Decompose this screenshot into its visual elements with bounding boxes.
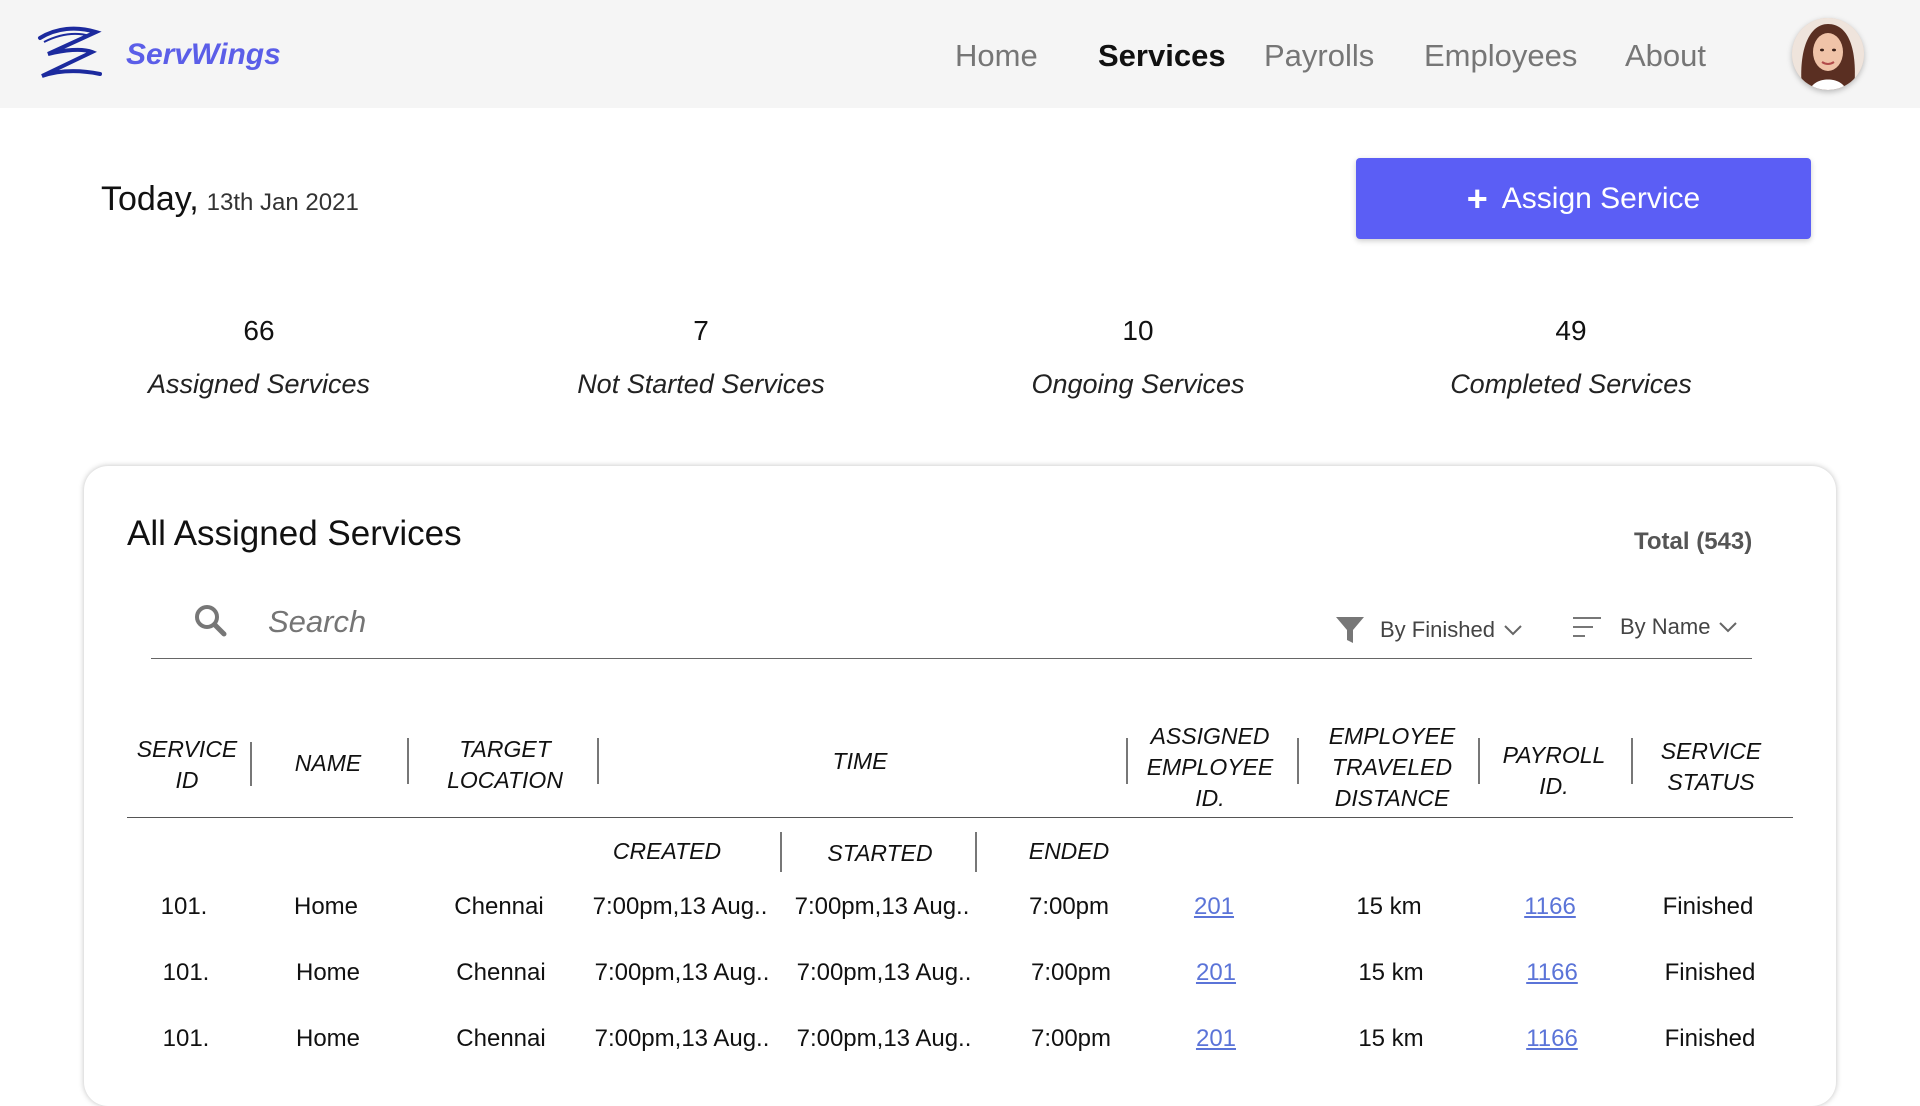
header-text: NAME: [294, 750, 362, 776]
header-text: LOCATION: [447, 767, 563, 793]
cell-status: Finished: [1662, 893, 1754, 920]
header-payroll-id[interactable]: PAYROLL ID.: [1494, 740, 1614, 802]
filter-dropdown[interactable]: By Finished: [1334, 614, 1523, 646]
column-divider: [1126, 738, 1128, 784]
header-text: ID.: [1539, 773, 1569, 799]
stat-value: 10: [1122, 315, 1154, 346]
header-text: PAYROLL: [1502, 742, 1606, 768]
stat-label: Assigned Services: [147, 369, 371, 399]
header-text: EMPLOYEE: [1146, 754, 1274, 780]
sort-icon: [1573, 617, 1601, 637]
stat-completed: 49 Completed Services: [1411, 315, 1731, 400]
header-assigned-employee[interactable]: ASSIGNED EMPLOYEE ID.: [1130, 721, 1290, 814]
stat-label: Completed Services: [1450, 369, 1692, 399]
search-icon[interactable]: [192, 602, 228, 638]
header-service-status[interactable]: SERVICE STATUS: [1646, 736, 1776, 798]
header-text: ID: [175, 767, 199, 793]
stat-ongoing: 10 Ongoing Services: [978, 315, 1298, 400]
header-service-id[interactable]: SERVICE ID: [127, 734, 247, 796]
today-label: Today,: [101, 180, 199, 218]
today-heading: Today, 13th Jan 2021: [101, 180, 359, 219]
header-time[interactable]: TIME: [780, 746, 940, 777]
cell-status: Finished: [1664, 1025, 1756, 1052]
header-target-location[interactable]: TARGET LOCATION: [425, 734, 585, 796]
nav-home[interactable]: Home: [955, 38, 1038, 74]
search-underline: [151, 658, 1752, 659]
cell-created: 7:00pm,13 Aug..: [594, 959, 770, 986]
column-divider: [1297, 738, 1299, 784]
sort-dropdown[interactable]: By Name: [1572, 614, 1738, 640]
stat-label: Not Started Services: [577, 369, 825, 399]
header-text: SERVICE: [136, 736, 238, 762]
nav-payrolls[interactable]: Payrolls: [1264, 38, 1374, 74]
nav-services[interactable]: Services: [1098, 38, 1226, 74]
header-text: DISTANCE: [1334, 785, 1450, 811]
assign-service-label: Assign Service: [1501, 181, 1701, 215]
stat-not-started: 7 Not Started Services: [541, 315, 861, 400]
cell-created: 7:00pm,13 Aug..: [592, 893, 768, 920]
header-text: TRAVELED: [1331, 754, 1453, 780]
top-header: ServWings Home Services Payrolls Employe…: [0, 0, 1920, 108]
stat-assigned: 66 Assigned Services: [99, 315, 419, 400]
cell-status: Finished: [1664, 959, 1756, 986]
column-divider: [407, 738, 409, 784]
header-text: STATUS: [1667, 769, 1755, 795]
column-divider: [975, 832, 977, 872]
header-text: ID.: [1195, 785, 1225, 811]
brand-name[interactable]: ServWings: [126, 38, 281, 72]
sort-label: By Name: [1620, 614, 1711, 639]
stat-value: 66: [243, 315, 275, 346]
chevron-down-icon: [1504, 625, 1522, 636]
stat-value: 49: [1555, 315, 1587, 346]
today-date: 13th Jan 2021: [206, 189, 359, 216]
column-divider: [780, 832, 782, 872]
subheader-ended[interactable]: ENDED: [989, 836, 1149, 867]
header-traveled-distance[interactable]: EMPLOYEE TRAVELED DISTANCE: [1312, 721, 1472, 814]
user-avatar[interactable]: [1792, 18, 1864, 90]
cell-created: 7:00pm,13 Aug..: [594, 1025, 770, 1052]
servwings-logo-icon[interactable]: [34, 24, 104, 84]
column-divider: [1631, 738, 1633, 784]
subheader-started[interactable]: STARTED: [800, 838, 960, 869]
nav-about[interactable]: About: [1625, 38, 1706, 74]
card-title: All Assigned Services: [127, 514, 462, 553]
filter-label: By Finished: [1380, 617, 1495, 642]
filter-icon: [1336, 617, 1364, 643]
stat-value: 7: [693, 315, 709, 346]
header-name[interactable]: NAME: [268, 748, 388, 779]
header-divider-line: [127, 817, 1793, 818]
assign-service-button[interactable]: + Assign Service: [1356, 158, 1811, 239]
header-text: TIME: [832, 748, 888, 774]
header-text: EMPLOYEE: [1328, 723, 1456, 749]
chevron-down-icon: [1719, 622, 1738, 633]
column-divider: [597, 738, 599, 784]
stat-label: Ongoing Services: [1031, 369, 1245, 399]
search-input[interactable]: [268, 604, 968, 640]
column-divider: [1478, 738, 1480, 784]
header-text: ASSIGNED: [1150, 723, 1270, 749]
column-divider: [250, 742, 252, 786]
nav-employees[interactable]: Employees: [1424, 38, 1577, 74]
subheader-created[interactable]: CREATED: [587, 836, 747, 867]
plus-icon: +: [1466, 177, 1488, 219]
header-text: SERVICE: [1660, 738, 1762, 764]
header-text: TARGET: [459, 736, 551, 762]
total-count: Total (543): [1634, 528, 1753, 555]
